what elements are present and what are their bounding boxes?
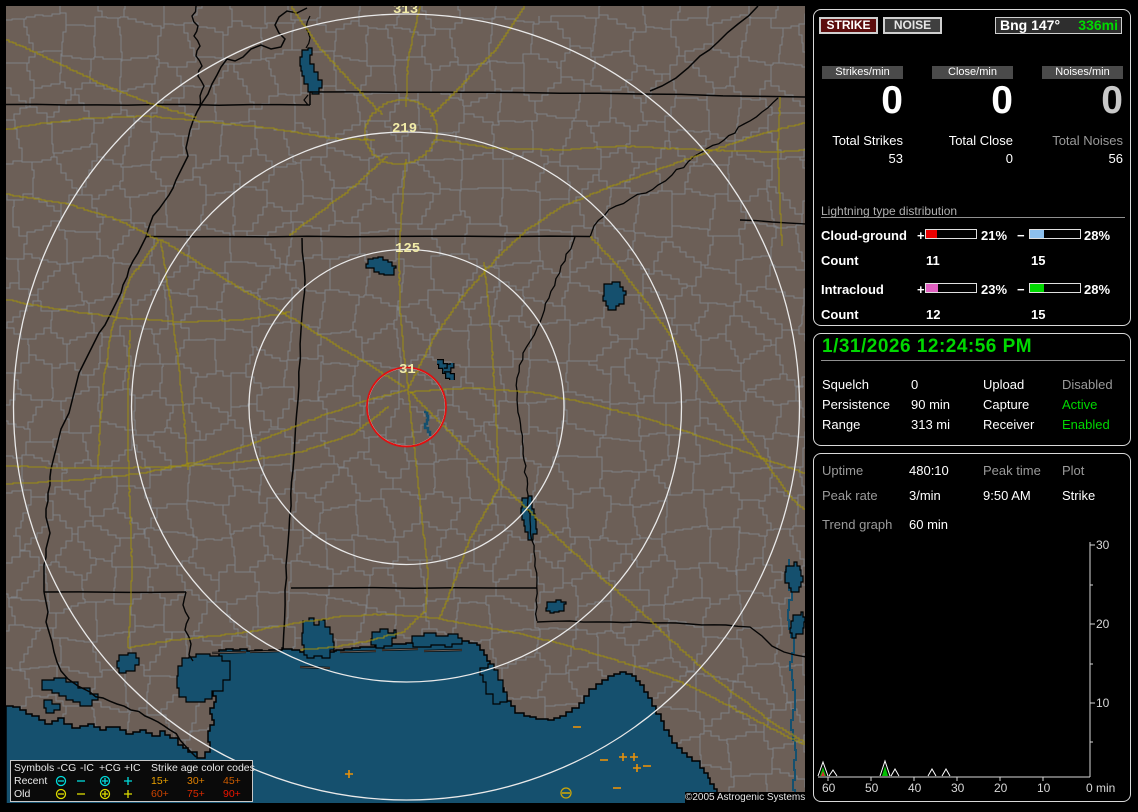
svg-text:125: 125	[395, 241, 420, 257]
svg-text:30: 30	[951, 781, 965, 795]
svg-text:50: 50	[865, 781, 879, 795]
svg-text:10: 10	[1096, 696, 1110, 710]
svg-text:31: 31	[399, 362, 416, 378]
svg-text:40: 40	[908, 781, 922, 795]
svg-text:20: 20	[1096, 617, 1110, 631]
svg-text:219: 219	[392, 121, 417, 137]
svg-text:10: 10	[1037, 781, 1051, 795]
svg-text:0 min: 0 min	[1086, 781, 1115, 795]
svg-text:20: 20	[994, 781, 1008, 795]
svg-text:60: 60	[822, 781, 836, 795]
svg-text:30: 30	[1096, 538, 1110, 552]
svg-text:313: 313	[393, 6, 418, 18]
